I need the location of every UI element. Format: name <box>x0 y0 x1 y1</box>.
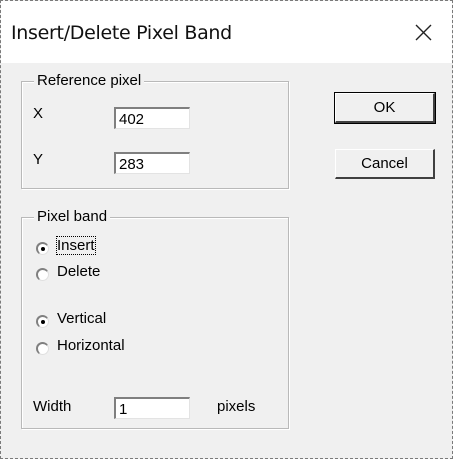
insert-label[interactable]: Insert <box>56 236 96 255</box>
x-label: X <box>33 105 44 122</box>
reference-pixel-legend: Reference pixel <box>34 72 145 89</box>
window-title: Insert/Delete Pixel Band <box>11 22 232 44</box>
cancel-button[interactable]: Cancel <box>335 149 435 179</box>
pixel-band-legend: Pixel band <box>34 208 111 225</box>
x-input[interactable]: 402 <box>114 107 190 129</box>
width-input[interactable]: 1 <box>114 397 190 419</box>
close-button[interactable] <box>394 1 452 63</box>
width-label: Width <box>33 398 72 415</box>
vertical-label[interactable]: Vertical <box>57 310 106 327</box>
delete-radio[interactable] <box>36 268 49 281</box>
y-label: Y <box>33 151 44 168</box>
horizontal-radio[interactable] <box>36 342 49 355</box>
insert-radio[interactable] <box>36 242 49 255</box>
title-bar: Insert/Delete Pixel Band <box>1 1 452 63</box>
y-input[interactable]: 283 <box>114 152 190 174</box>
ok-button[interactable]: OK <box>334 92 436 124</box>
vertical-radio[interactable] <box>36 315 49 328</box>
dialog-content: Reference pixel X 402 Y 283 OK Cancel Pi… <box>1 63 452 458</box>
dialog-window: Insert/Delete Pixel Band Reference pixel… <box>0 0 453 459</box>
horizontal-label[interactable]: Horizontal <box>57 337 125 354</box>
width-unit-label: pixels <box>217 398 256 415</box>
close-icon <box>415 24 431 40</box>
delete-label[interactable]: Delete <box>57 263 100 280</box>
